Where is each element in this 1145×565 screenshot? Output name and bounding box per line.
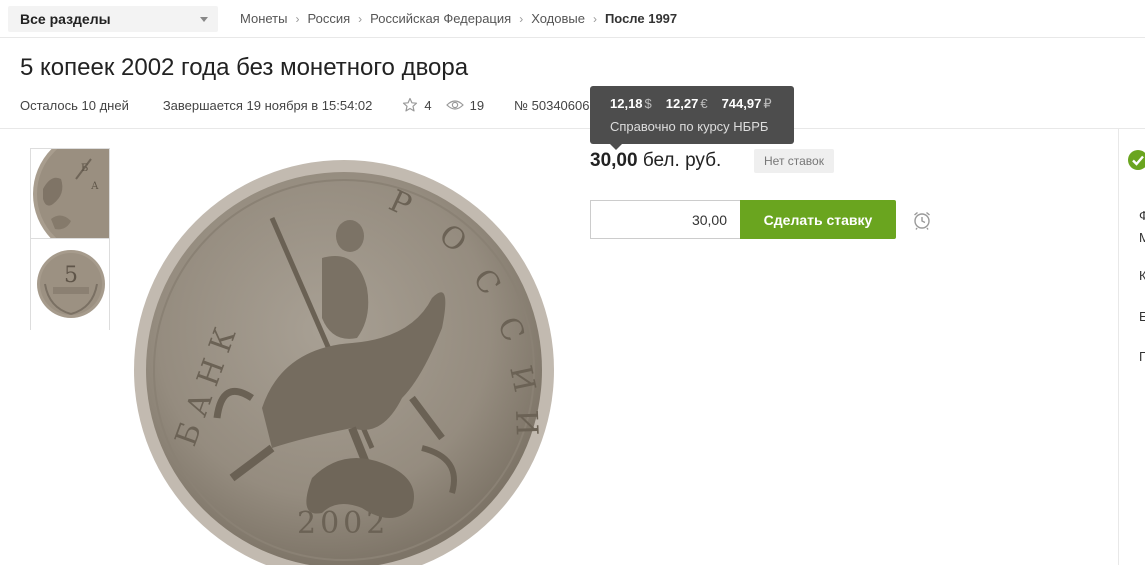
seller-name-clipped[interactable]: Ф <box>1139 208 1145 223</box>
seller-link-3-clipped[interactable]: Г <box>1139 349 1145 364</box>
favorites-counter[interactable]: 4 <box>402 97 432 113</box>
all-sections-dropdown[interactable]: Все разделы <box>8 6 218 32</box>
lot-number: № 503406062 <box>514 97 597 113</box>
breadcrumb-separator-icon: › <box>358 11 363 26</box>
breadcrumb-separator-icon: › <box>592 11 597 26</box>
breadcrumb-separator-icon: › <box>295 11 300 26</box>
seller-link-1-clipped[interactable]: К <box>1139 268 1145 283</box>
breadcrumb-item-coins[interactable]: Монеты <box>240 11 287 26</box>
svg-text:А: А <box>91 181 99 192</box>
verified-check-icon <box>1128 150 1145 170</box>
usd-value: 12,18 <box>610 96 643 111</box>
svg-text:Б: Б <box>81 163 88 174</box>
rub-sign: ₽ <box>763 96 772 111</box>
place-bid-button[interactable]: Сделать ставку <box>740 200 896 239</box>
favorites-count: 4 <box>424 97 432 113</box>
views-count: 19 <box>469 97 485 113</box>
svg-text:5: 5 <box>64 263 78 288</box>
end-time: Завершается 19 ноября в 15:54:02 <box>162 97 373 113</box>
currency-tooltip: 12,18 $ 12,27 € 744,97 ₽ Справочно по курсу… <box>590 86 794 150</box>
seller-link-2-clipped[interactable]: Е <box>1139 309 1145 324</box>
views-counter: 19 <box>445 97 485 113</box>
top-bar: Все разделы Монеты › Россия › Российская… <box>0 0 1145 38</box>
breadcrumb: Монеты › Россия › Российская Федерация ›… <box>240 11 677 26</box>
breadcrumb-item-after-1997: После 1997 <box>604 11 678 26</box>
header-divider <box>0 128 1145 129</box>
coin-reverse-thumbnail-image: 5 <box>37 250 105 318</box>
main-lot-photo[interactable]: Б А Н К Р О С С И И 2002 <box>122 148 554 565</box>
breadcrumb-separator-icon: › <box>519 11 524 26</box>
usd-sign: $ <box>644 96 652 111</box>
rub-value: 744,97 <box>721 96 762 111</box>
thumbnail-strip: Б А 5 <box>30 148 110 330</box>
thumbnail-reverse[interactable]: 5 <box>31 240 109 330</box>
breadcrumb-item-russia[interactable]: Россия <box>307 11 350 26</box>
all-sections-label: Все разделы <box>20 11 111 27</box>
currency-rates: 12,18 $ 12,27 € 744,97 ₽ <box>610 96 786 112</box>
price-currency: бел. руб. <box>642 150 722 171</box>
eur-sign: € <box>700 96 708 111</box>
bid-amount-input[interactable] <box>590 200 741 239</box>
price-amount: 30,00 <box>590 150 638 171</box>
time-remaining: Осталось 10 дней <box>20 97 129 113</box>
star-icon <box>403 97 418 112</box>
lot-meta-row: Осталось 10 дней Завершается 19 ноября в… <box>20 96 597 114</box>
svg-text:И: И <box>508 409 544 436</box>
coin-obverse-image: Б А Н К Р О С С И И 2002 <box>134 160 554 565</box>
seller-location-clipped: М <box>1139 230 1145 245</box>
eye-icon <box>445 100 464 110</box>
tooltip-note: Справочно по курсу НБРБ <box>610 119 769 134</box>
column-divider <box>1118 129 1119 565</box>
thumbnail-obverse[interactable]: Б А <box>31 149 109 239</box>
current-price: 30,00 бел. руб. <box>590 150 721 172</box>
breadcrumb-item-circulating[interactable]: Ходовые <box>531 11 585 26</box>
breadcrumb-item-russian-federation[interactable]: Российская Федерация <box>370 11 511 26</box>
no-bids-badge: Нет ставок <box>754 149 834 173</box>
chevron-down-icon <box>200 17 208 22</box>
coin-obverse-thumbnail-image: Б А <box>33 149 109 238</box>
alarm-clock-icon[interactable] <box>911 209 933 231</box>
eur-value: 12,27 <box>665 96 699 111</box>
page-title: 5 копеек 2002 года без монетного двора <box>20 54 469 81</box>
